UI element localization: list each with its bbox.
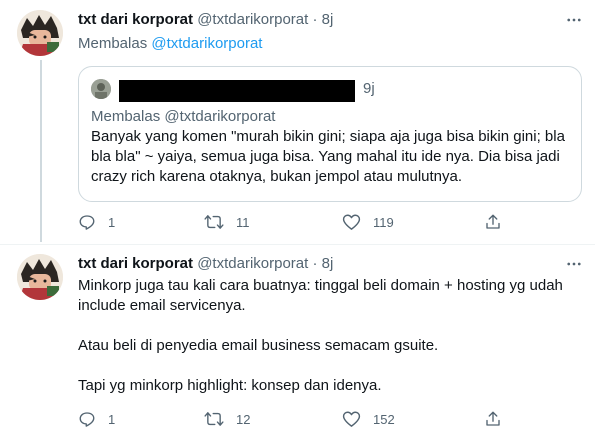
display-name[interactable]: txt dari korporat [78,255,193,272]
share-icon [486,411,500,426]
reply-count: 1 [108,214,116,230]
retweet-icon [204,215,224,229]
retweet-button[interactable]: 12 [204,409,250,429]
reply-count: 1 [108,411,116,427]
redacted-name [119,80,355,102]
like-icon [342,411,361,427]
handle[interactable]: @txtdarikorporat [197,11,308,28]
quoted-timestamp[interactable]: 9j [363,80,375,97]
retweet-icon [204,412,224,426]
quoted-reply-context: Membalas @txtdarikorporat [91,108,276,125]
dot-separator: · [312,11,318,28]
reply-icon [79,412,95,427]
retweet-count: 12 [236,411,251,427]
quoted-avatar [91,79,111,99]
tweet-2[interactable]: txt dari korporat @txtdarikorporat · 8j … [0,245,595,441]
like-count: 152 [373,411,395,427]
reply-button[interactable]: 1 [78,212,115,232]
avatar[interactable] [17,10,63,56]
thread-connector [40,60,42,242]
more-icon[interactable] [564,254,584,274]
reply-to-link[interactable]: @txtdarikorporat [151,35,262,52]
more-icon[interactable] [564,10,584,30]
display-name[interactable]: txt dari korporat [78,11,193,28]
like-button[interactable]: 119 [342,212,394,232]
reply-prefix: Membalas [78,35,148,52]
avatar[interactable] [17,254,63,300]
timestamp[interactable]: 8j [322,255,334,272]
reply-button[interactable]: 1 [78,409,115,429]
tweet-header: txt dari korporat @txtdarikorporat · 8j [78,10,333,30]
retweet-count: 11 [236,214,250,230]
share-button[interactable] [484,212,502,232]
tweet-header: txt dari korporat @txtdarikorporat · 8j [78,254,333,274]
tweet-actions: 1 12 152 [78,409,538,429]
quoted-text: Banyak yang komen "murah bikin gini; sia… [91,128,565,185]
share-button[interactable] [484,409,502,429]
reply-context: Membalas @txtdarikorporat [78,34,262,54]
like-button[interactable]: 152 [342,409,395,429]
share-icon [486,214,500,229]
tweet-1[interactable]: txt dari korporat @txtdarikorporat · 8j … [0,0,595,242]
tweet-paragraph: Tapi yg minkorp highlight: konsep dan id… [78,377,382,394]
dot-separator: · [312,255,318,272]
handle[interactable]: @txtdarikorporat [197,255,308,272]
like-count: 119 [373,214,394,230]
like-icon [342,214,361,230]
timestamp[interactable]: 8j [322,11,334,28]
tweet-paragraph: Atau beli di penyedia email business sem… [78,337,439,354]
quoted-tweet[interactable]: 9j Membalas @txtdarikorporat Banyak yang… [78,66,582,202]
tweet-text: Minkorp juga tau kali cara buatnya: ting… [78,276,578,396]
tweet-paragraph: Minkorp juga tau kali cara buatnya: ting… [78,277,563,314]
retweet-button[interactable]: 11 [204,212,250,232]
tweet-actions: 1 11 119 [78,212,538,232]
reply-icon [79,215,95,230]
